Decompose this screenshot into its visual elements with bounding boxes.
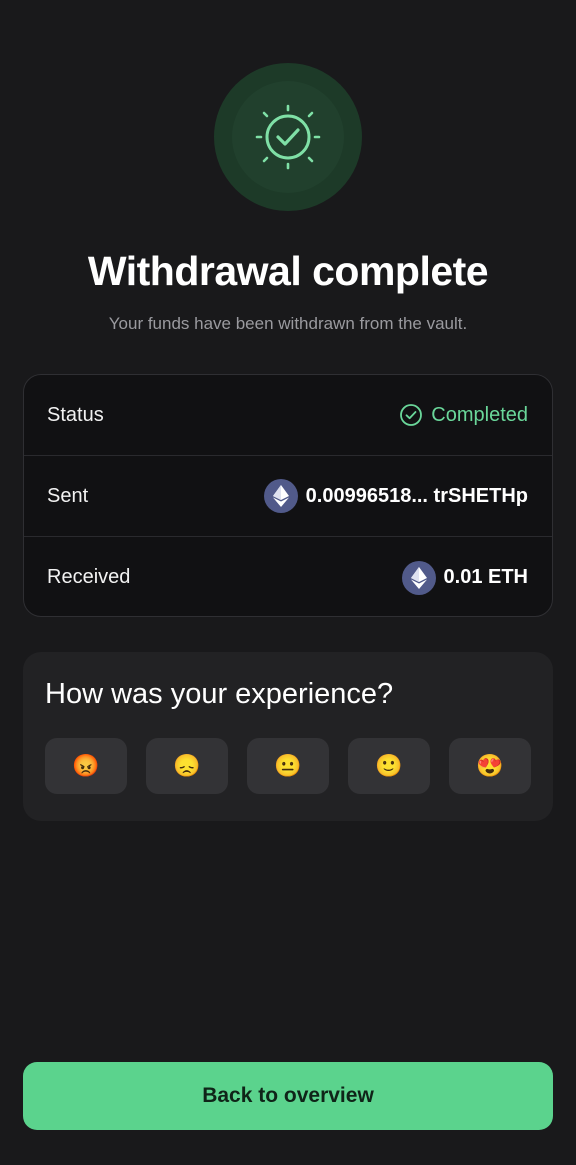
- back-to-overview-button[interactable]: Back to overview: [23, 1062, 553, 1130]
- rating-love-button[interactable]: 😍: [449, 738, 531, 794]
- eth-icon: [401, 560, 436, 595]
- rating-angry-button[interactable]: 😡: [45, 738, 127, 794]
- eth-icon: [263, 479, 298, 513]
- success-badge: [214, 63, 362, 211]
- status-row: Status Completed: [24, 375, 552, 456]
- received-amount: 0.01 ETH: [443, 566, 528, 588]
- received-value: 0.01 ETH: [401, 560, 528, 595]
- check-circle-icon: [400, 404, 423, 426]
- rating-disappointed-button[interactable]: 😞: [146, 738, 228, 794]
- withdrawal-complete-screen: Withdrawal complete Your funds have been…: [0, 0, 576, 1165]
- status-label: Status: [47, 403, 104, 426]
- sent-row: Sent 0.00996518... trSHETHp: [24, 456, 552, 537]
- feedback-question: How was your experience?: [45, 678, 394, 710]
- sent-label: Sent: [47, 484, 89, 507]
- feedback-card: How was your experience? 😡 😞 😐 🙂 😍: [23, 652, 553, 821]
- sent-value: 0.00996518... trSHETHp: [263, 479, 528, 513]
- page-title: Withdrawal complete: [87, 248, 489, 294]
- rating-neutral-button[interactable]: 😐: [247, 738, 329, 794]
- rating-options: 😡 😞 😐 🙂 😍: [45, 738, 531, 794]
- page-subtitle: Your funds have been withdrawn from the …: [108, 314, 468, 333]
- received-row: Received 0.01 ETH: [24, 537, 552, 616]
- sent-amount: 0.00996518... trSHETHp: [305, 484, 528, 507]
- received-label: Received: [47, 566, 131, 588]
- transaction-details-card: Status Completed Sent 0.00996518... trSH…: [23, 374, 553, 617]
- success-check-icon: [255, 104, 321, 170]
- rating-happy-button[interactable]: 🙂: [348, 738, 430, 794]
- status-value: Completed: [399, 403, 528, 427]
- status-text: Completed: [431, 403, 528, 426]
